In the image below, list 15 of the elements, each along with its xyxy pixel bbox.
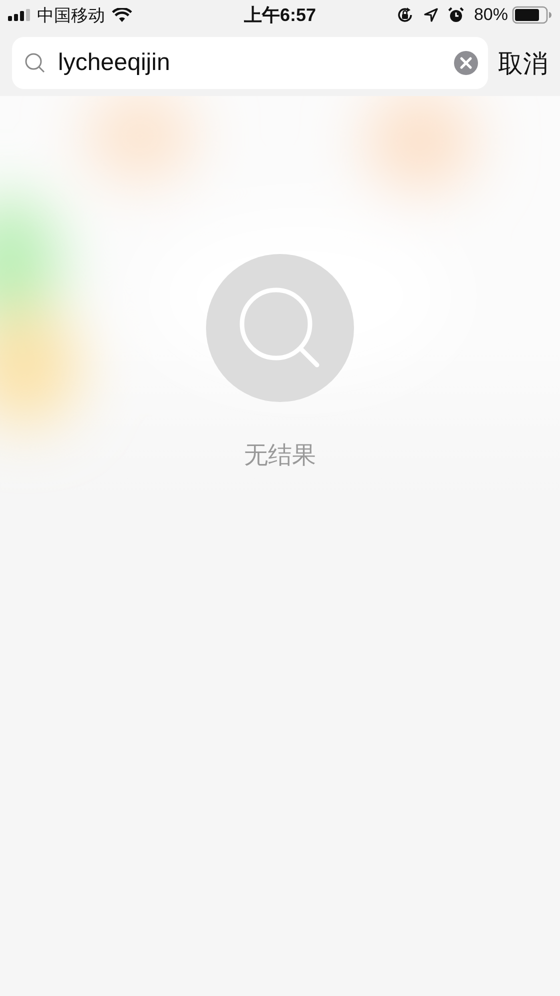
rotation-lock-icon (396, 6, 414, 24)
alarm-clock-icon (448, 7, 464, 23)
clear-button[interactable] (454, 51, 478, 75)
cancel-button[interactable]: 取消 (498, 46, 548, 80)
signal-icon (8, 9, 30, 21)
battery-icon (512, 6, 552, 24)
location-arrow-icon (424, 8, 438, 22)
search-field[interactable]: lycheeqijin (12, 37, 488, 89)
battery-percentage: 80% (474, 5, 508, 25)
wifi-icon (112, 8, 132, 22)
search-icon (24, 52, 46, 74)
carrier-name: 中国移动 (37, 4, 105, 26)
no-results-text: 无结果 (244, 441, 316, 471)
clock-time: 上午6:57 (244, 4, 316, 27)
search-icon (205, 253, 355, 403)
